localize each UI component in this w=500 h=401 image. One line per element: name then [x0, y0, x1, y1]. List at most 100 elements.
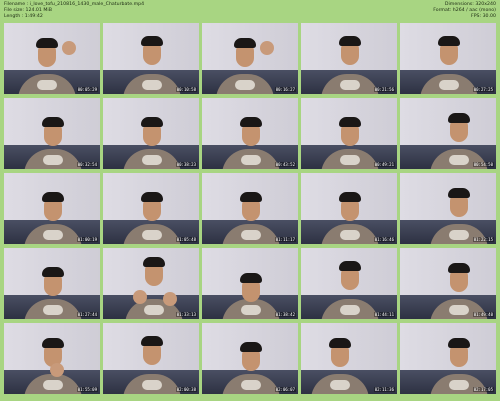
shirt-print-shape	[340, 230, 360, 240]
shirt-print-shape	[142, 155, 162, 165]
thumbnail[interactable]: 00:49:21	[301, 98, 397, 169]
hair-shape	[141, 36, 163, 46]
thumbnail-grid: 00:05:29 00:10:58 00:16:27 00:21:56 00:27:25…	[4, 23, 496, 397]
fps-text: FPS: 30.00	[471, 14, 496, 19]
timestamp-label: 00:32:54	[76, 162, 98, 167]
info-left: Filename : i_love_tofu_210816_1430_male_…	[4, 2, 144, 20]
thumbnail[interactable]: 01:44:11	[301, 248, 397, 319]
shirt-print-shape	[340, 305, 360, 315]
shirt-print-shape	[241, 380, 261, 390]
timestamp-label: 00:10:58	[175, 87, 197, 92]
thumbnail[interactable]: 00:27:25	[400, 23, 496, 94]
hair-shape	[448, 263, 470, 273]
timestamp-label: 00:05:29	[76, 87, 98, 92]
shirt-print-shape	[235, 80, 255, 90]
thumbnail[interactable]: 00:32:54	[4, 98, 100, 169]
timestamp-label: 01:05:48	[175, 237, 197, 242]
shirt-print-shape	[43, 305, 63, 315]
timestamp-label: 00:16:27	[274, 87, 296, 92]
thumbnail[interactable]: 02:17:05	[400, 323, 496, 394]
shirt-print-shape	[449, 380, 469, 390]
timestamp-label: 02:06:07	[274, 387, 296, 392]
shirt-print-shape	[43, 155, 63, 165]
timestamp-label: 00:27:25	[472, 87, 494, 92]
timestamp-label: 01:11:17	[274, 237, 296, 242]
thumbnail[interactable]: 02:11:36	[301, 323, 397, 394]
thumbnail[interactable]: 00:16:27	[202, 23, 298, 94]
hand-shape	[133, 290, 147, 304]
timestamp-label: 01:33:13	[175, 312, 197, 317]
thumbnail[interactable]: 01:16:46	[301, 173, 397, 244]
timestamp-label: 01:00:19	[76, 237, 98, 242]
thumbnail[interactable]: 00:54:50	[400, 98, 496, 169]
shirt-print-shape	[241, 155, 261, 165]
hair-shape	[42, 192, 64, 202]
hair-shape	[143, 257, 165, 267]
thumbnail[interactable]: 01:55:09	[4, 323, 100, 394]
timestamp-label: 01:16:46	[373, 237, 395, 242]
hand-shape	[62, 41, 76, 55]
hair-shape	[329, 338, 351, 348]
thumbnail[interactable]: 00:43:52	[202, 98, 298, 169]
thumbnail[interactable]: 00:21:56	[301, 23, 397, 94]
hair-shape	[339, 261, 361, 271]
hair-shape	[141, 192, 163, 202]
thumbnail[interactable]: 01:00:19	[4, 173, 100, 244]
timestamp-label: 01:27:44	[76, 312, 98, 317]
hair-shape	[240, 273, 262, 283]
hair-shape	[448, 338, 470, 348]
hair-shape	[339, 36, 361, 46]
shirt-print-shape	[37, 80, 57, 90]
timestamp-label: 02:17:05	[472, 387, 494, 392]
thumbnail[interactable]: 02:00:38	[103, 323, 199, 394]
length-text: Length : 1:49:42	[4, 14, 43, 19]
thumbnail[interactable]: 01:11:17	[202, 173, 298, 244]
timestamp-label: 00:43:52	[274, 162, 296, 167]
hair-shape	[448, 188, 470, 198]
thumbnail[interactable]: 01:38:42	[202, 248, 298, 319]
shirt-print-shape	[241, 230, 261, 240]
thumbnail[interactable]: 01:22:15	[400, 173, 496, 244]
timestamp-label: 02:11:36	[373, 387, 395, 392]
timestamp-label: 00:49:21	[373, 162, 395, 167]
shirt-print-shape	[330, 380, 350, 390]
shirt-print-shape	[449, 305, 469, 315]
timestamp-label: 01:55:09	[76, 387, 98, 392]
info-header: Filename : i_love_tofu_210816_1430_male_…	[4, 2, 496, 22]
hair-shape	[448, 113, 470, 123]
shirt-print-shape	[43, 230, 63, 240]
shirt-print-shape	[43, 380, 63, 390]
hair-shape	[42, 338, 64, 348]
hair-shape	[240, 117, 262, 127]
shirt-print-shape	[449, 155, 469, 165]
thumbnail[interactable]: 01:05:48	[103, 173, 199, 244]
thumbnail[interactable]: 01:27:44	[4, 248, 100, 319]
shirt-print-shape	[142, 380, 162, 390]
info-right: Dimensions: 320x240 Format: h264 / aac (…	[433, 2, 496, 20]
hair-shape	[240, 192, 262, 202]
hair-shape	[36, 38, 58, 48]
shirt-print-shape	[340, 80, 360, 90]
timestamp-label: 01:22:15	[472, 237, 494, 242]
shirt-print-shape	[241, 305, 261, 315]
thumbnail[interactable]: 00:38:23	[103, 98, 199, 169]
hair-shape	[141, 117, 163, 127]
hair-shape	[234, 38, 256, 48]
hair-shape	[240, 342, 262, 352]
shirt-print-shape	[449, 230, 469, 240]
timestamp-label: 02:00:38	[175, 387, 197, 392]
thumbnail[interactable]: 02:06:07	[202, 323, 298, 394]
timestamp-label: 00:54:50	[472, 162, 494, 167]
hair-shape	[339, 117, 361, 127]
timestamp-label: 00:38:23	[175, 162, 197, 167]
hand-shape	[163, 292, 177, 306]
thumbnail[interactable]: 01:33:13	[103, 248, 199, 319]
timestamp-label: 00:21:56	[373, 87, 395, 92]
shirt-print-shape	[340, 155, 360, 165]
timestamp-label: 01:38:42	[274, 312, 296, 317]
thumbnail[interactable]: 00:10:58	[103, 23, 199, 94]
shirt-print-shape	[142, 80, 162, 90]
thumbnail[interactable]: 01:49:40	[400, 248, 496, 319]
hand-shape	[50, 363, 64, 377]
thumbnail[interactable]: 00:05:29	[4, 23, 100, 94]
